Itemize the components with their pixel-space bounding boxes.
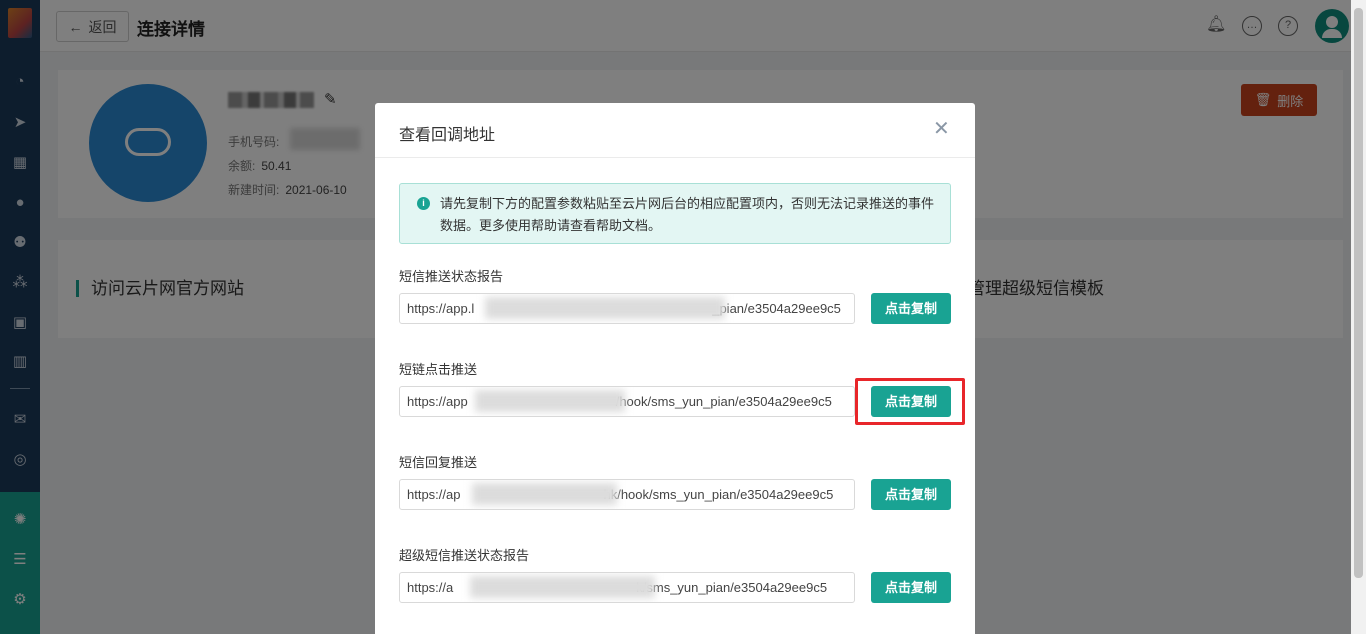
- callback-url-modal: 查看回调地址 ✕ i 请先复制下方的配置参数粘贴至云片网后台的相应配置项内，否则…: [375, 103, 975, 634]
- url-redacted: [485, 297, 725, 319]
- highlight-annotation: [855, 378, 965, 425]
- url-input[interactable]: https://a k/sms_yun_pian/e3504a29ee9c5: [399, 572, 855, 603]
- scrollbar-thumb[interactable]: [1354, 8, 1363, 578]
- info-icon: i: [417, 197, 430, 210]
- url-input[interactable]: https://app.l _pian/e3504a29ee9c5: [399, 293, 855, 324]
- copy-button[interactable]: 点击复制: [871, 293, 951, 324]
- url-redacted: [475, 390, 625, 412]
- url-input[interactable]: https://ap hk/hook/sms_yun_pian/e3504a29e…: [399, 479, 855, 510]
- copy-button[interactable]: 点击复制: [871, 572, 951, 603]
- close-icon[interactable]: ✕: [933, 119, 950, 139]
- url-input[interactable]: https://app/hook/sms_yun_pian/e3504a29ee…: [399, 386, 855, 417]
- modal-title: 查看回调地址: [399, 127, 496, 144]
- page-scrollbar[interactable]: [1351, 0, 1366, 634]
- field-label: 短链点击推送: [399, 362, 478, 377]
- copy-button[interactable]: 点击复制: [871, 479, 951, 510]
- modal-header: 查看回调地址 ✕: [375, 103, 975, 158]
- field-label: 超级短信推送状态报告: [399, 548, 530, 563]
- field-label: 短信回复推送: [399, 455, 478, 470]
- url-redacted: [470, 576, 655, 598]
- notice-alert: i 请先复制下方的配置参数粘贴至云片网后台的相应配置项内，否则无法记录推送的事件…: [399, 183, 951, 244]
- url-redacted: [472, 483, 617, 505]
- notice-text: 请先复制下方的配置参数粘贴至云片网后台的相应配置项内，否则无法记录推送的事件数据…: [440, 196, 935, 233]
- field-label: 短信推送状态报告: [399, 269, 504, 284]
